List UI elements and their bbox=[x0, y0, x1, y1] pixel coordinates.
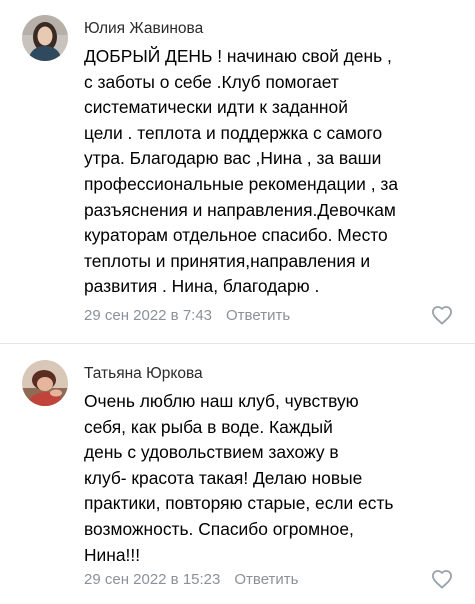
comment-text: ДОБРЫЙ ДЕНЬ ! начинаю свой день , с забо… bbox=[84, 44, 464, 300]
comment-text-line: систематически идти к заданной bbox=[84, 97, 348, 118]
heart-outline-icon[interactable] bbox=[431, 305, 453, 325]
comment-text-line: разъяснения и направления.Девочкам bbox=[84, 199, 396, 220]
comment-text: Очень люблю наш клуб, чувствую себя, как… bbox=[84, 389, 464, 568]
comment-date: 29 сен 2022 в 15:23 bbox=[84, 571, 221, 588]
comment-text-line: ДОБРЫЙ ДЕНЬ ! начинаю свой день , bbox=[84, 46, 392, 66]
comment-text-line: кураторам отдельное спасибо. Место bbox=[84, 225, 388, 246]
comment-meta: 29 сен 2022 в 15:23 Ответить bbox=[84, 571, 298, 588]
heart-outline-icon[interactable] bbox=[431, 569, 453, 589]
comment-text-line: возможность. Спасибо огромное, bbox=[84, 518, 354, 539]
comment-text-line: теплоты и принятия,направления и bbox=[84, 250, 371, 271]
comment-text-line: себя, как рыба в воде. Каждый bbox=[84, 416, 333, 437]
comment-text-line: Очень люблю наш клуб, чувствую bbox=[84, 391, 359, 411]
comment-author[interactable]: Татьяна Юркова bbox=[84, 365, 203, 383]
comment-text-line: развития . Нина, благодарю . bbox=[84, 276, 320, 297]
comment-text-line: с заботы о себе .Клуб помогает bbox=[84, 71, 339, 92]
comment-text-line: профессиональные рекомендации , за bbox=[84, 173, 399, 194]
comment-author[interactable]: Юлия Жавинова bbox=[84, 20, 203, 38]
comment-item: Юлия Жавинова ДОБРЫЙ ДЕНЬ ! начинаю свой… bbox=[0, 0, 475, 345]
comment-date: 29 сен 2022 в 7:43 bbox=[84, 307, 213, 324]
comment-text-line: утра. Благодарю вас ,Нина , за ваши bbox=[84, 148, 382, 169]
comment-item: Татьяна Юркова Очень люблю наш клуб, чув… bbox=[0, 345, 475, 604]
comment-text-line: день с удовольствием захожу в bbox=[84, 442, 339, 463]
comment-text-line: клуб- красота такая! Делаю новые bbox=[84, 467, 363, 488]
reply-button[interactable]: Ответить bbox=[226, 307, 290, 324]
comment-text-line: цели . теплота и поддержка с самого bbox=[84, 122, 383, 143]
comment-text-line: Нина!!! bbox=[84, 544, 141, 565]
author-avatar[interactable] bbox=[22, 15, 68, 61]
comment-text-line: практики, повторяю старые, если есть bbox=[84, 493, 394, 514]
author-avatar[interactable] bbox=[22, 360, 68, 406]
comment-meta: 29 сен 2022 в 7:43 Ответить bbox=[84, 307, 290, 324]
reply-button[interactable]: Ответить bbox=[234, 571, 298, 588]
comment-divider bbox=[0, 343, 475, 344]
